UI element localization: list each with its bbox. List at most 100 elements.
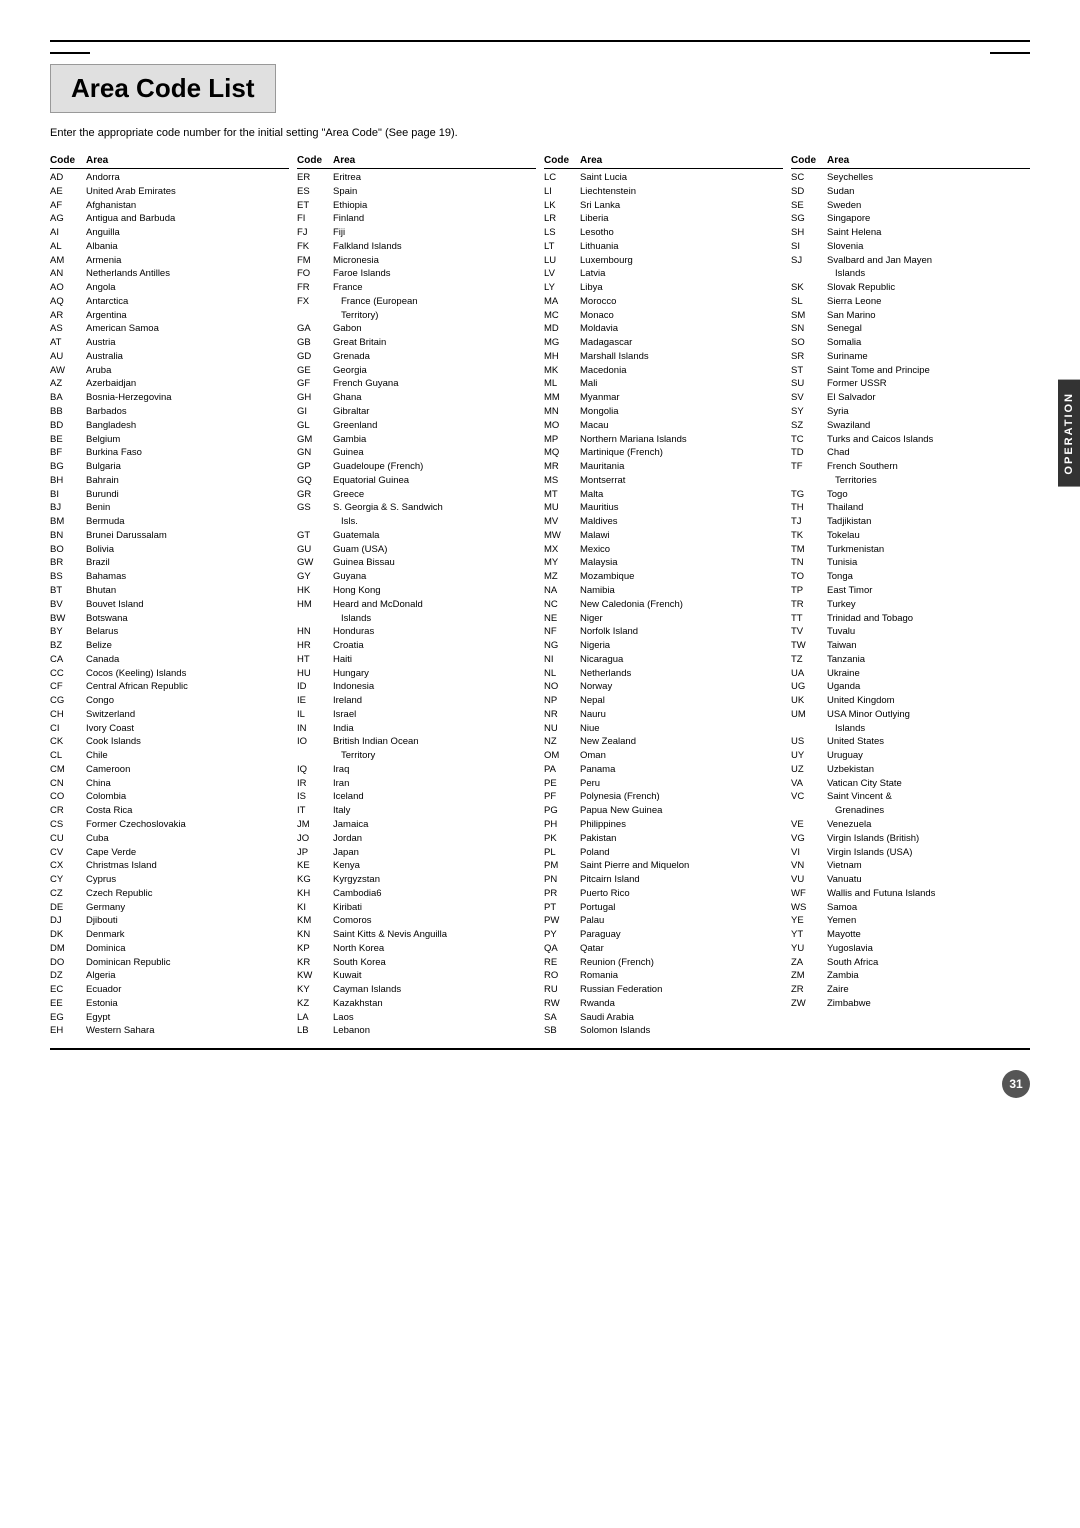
entry-area: Moldavia: [580, 322, 783, 336]
table-row: KMComoros: [297, 914, 536, 928]
table-row: GPGuadeloupe (French): [297, 460, 536, 474]
table-row: VCSaint Vincent &: [791, 790, 1030, 804]
entry-area: Belize: [86, 639, 289, 653]
table-row: NANamibia: [544, 584, 783, 598]
entry-code: KW: [297, 969, 329, 983]
table-row: IOBritish Indian Ocean: [297, 735, 536, 749]
table-row: Islands: [791, 722, 1030, 736]
table-row: YTMayotte: [791, 928, 1030, 942]
table-row: LKSri Lanka: [544, 199, 783, 213]
entry-code: KN: [297, 928, 329, 942]
entry-code: CL: [50, 749, 82, 763]
entry-code: IT: [297, 804, 329, 818]
entry-code: FJ: [297, 226, 329, 240]
entry-code: RU: [544, 983, 576, 997]
entry-code: BZ: [50, 639, 82, 653]
entry-code: [791, 722, 823, 736]
entry-area: New Caledonia (French): [580, 598, 783, 612]
table-row: CHSwitzerland: [50, 708, 289, 722]
entry-area: Territories: [827, 474, 1030, 488]
entry-code: SG: [791, 212, 823, 226]
entry-code: GW: [297, 556, 329, 570]
table-row: GAGabon: [297, 322, 536, 336]
entry-area: France (European: [333, 295, 536, 309]
entry-area: Senegal: [827, 322, 1030, 336]
entry-area: Uruguay: [827, 749, 1030, 763]
table-row: DODominican Republic: [50, 956, 289, 970]
table-row: SYSyria: [791, 405, 1030, 419]
table-row: FJFiji: [297, 226, 536, 240]
entry-code: SE: [791, 199, 823, 213]
table-row: MCMonaco: [544, 309, 783, 323]
table-row: BVBouvet Island: [50, 598, 289, 612]
entry-area: Liechtenstein: [580, 185, 783, 199]
entry-area: Islands: [827, 722, 1030, 736]
entry-code: IS: [297, 790, 329, 804]
col-header-area: Area: [580, 155, 783, 166]
table-row: LULuxembourg: [544, 254, 783, 268]
entry-area: Myanmar: [580, 391, 783, 405]
entry-code: NF: [544, 625, 576, 639]
entry-area: Iran: [333, 777, 536, 791]
entry-area: Guatemala: [333, 529, 536, 543]
entry-area: Wallis and Futuna Islands: [827, 887, 1030, 901]
table-row: GMGambia: [297, 433, 536, 447]
entry-code: TZ: [791, 653, 823, 667]
entry-area: Tuvalu: [827, 625, 1030, 639]
entry-code: TR: [791, 598, 823, 612]
table-row: REReunion (French): [544, 956, 783, 970]
entry-code: TN: [791, 556, 823, 570]
table-row: ISIceland: [297, 790, 536, 804]
table-row: SLSierra Leone: [791, 295, 1030, 309]
entry-area: Maldives: [580, 515, 783, 529]
table-row: Territory): [297, 309, 536, 323]
entry-area: Oman: [580, 749, 783, 763]
table-row: TGTogo: [791, 488, 1030, 502]
entry-code: AD: [50, 171, 82, 185]
entry-code: [297, 309, 329, 323]
table-row: KRSouth Korea: [297, 956, 536, 970]
entry-area: Croatia: [333, 639, 536, 653]
table-row: BJBenin: [50, 501, 289, 515]
entry-area: Cambodia6: [333, 887, 536, 901]
entry-code: SZ: [791, 419, 823, 433]
entry-code: RW: [544, 997, 576, 1011]
entry-area: Zaire: [827, 983, 1030, 997]
entry-code: ZW: [791, 997, 823, 1011]
table-row: BHBahrain: [50, 474, 289, 488]
table-row: NLNetherlands: [544, 667, 783, 681]
entry-code: EG: [50, 1011, 82, 1025]
table-row: WFWallis and Futuna Islands: [791, 887, 1030, 901]
entry-area: Haiti: [333, 653, 536, 667]
table-row: GSS. Georgia & S. Sandwich: [297, 501, 536, 515]
table-row: ZRZaire: [791, 983, 1030, 997]
entry-area: Norway: [580, 680, 783, 694]
entry-code: [791, 267, 823, 281]
entry-code: CF: [50, 680, 82, 694]
entry-area: Benin: [86, 501, 289, 515]
entry-area: Denmark: [86, 928, 289, 942]
entry-area: Luxembourg: [580, 254, 783, 268]
table-row: CXChristmas Island: [50, 859, 289, 873]
entry-area: Saint Lucia: [580, 171, 783, 185]
table-row: GUGuam (USA): [297, 543, 536, 557]
entry-area: Islands: [827, 267, 1030, 281]
table-row: MHMarshall Islands: [544, 350, 783, 364]
entry-area: Former Czechoslovakia: [86, 818, 289, 832]
entry-code: TG: [791, 488, 823, 502]
entry-area: Northern Mariana Islands: [580, 433, 783, 447]
entry-code: SJ: [791, 254, 823, 268]
table-row: EEEstonia: [50, 997, 289, 1011]
table-row: USUnited States: [791, 735, 1030, 749]
table-row: QAQatar: [544, 942, 783, 956]
table-row: KYCayman Islands: [297, 983, 536, 997]
entry-code: AR: [50, 309, 82, 323]
entry-code: CH: [50, 708, 82, 722]
entry-area: Macau: [580, 419, 783, 433]
entry-area: Suriname: [827, 350, 1030, 364]
entry-code: SC: [791, 171, 823, 185]
entry-code: CX: [50, 859, 82, 873]
entry-code: LA: [297, 1011, 329, 1025]
entry-code: KR: [297, 956, 329, 970]
entry-code: PW: [544, 914, 576, 928]
